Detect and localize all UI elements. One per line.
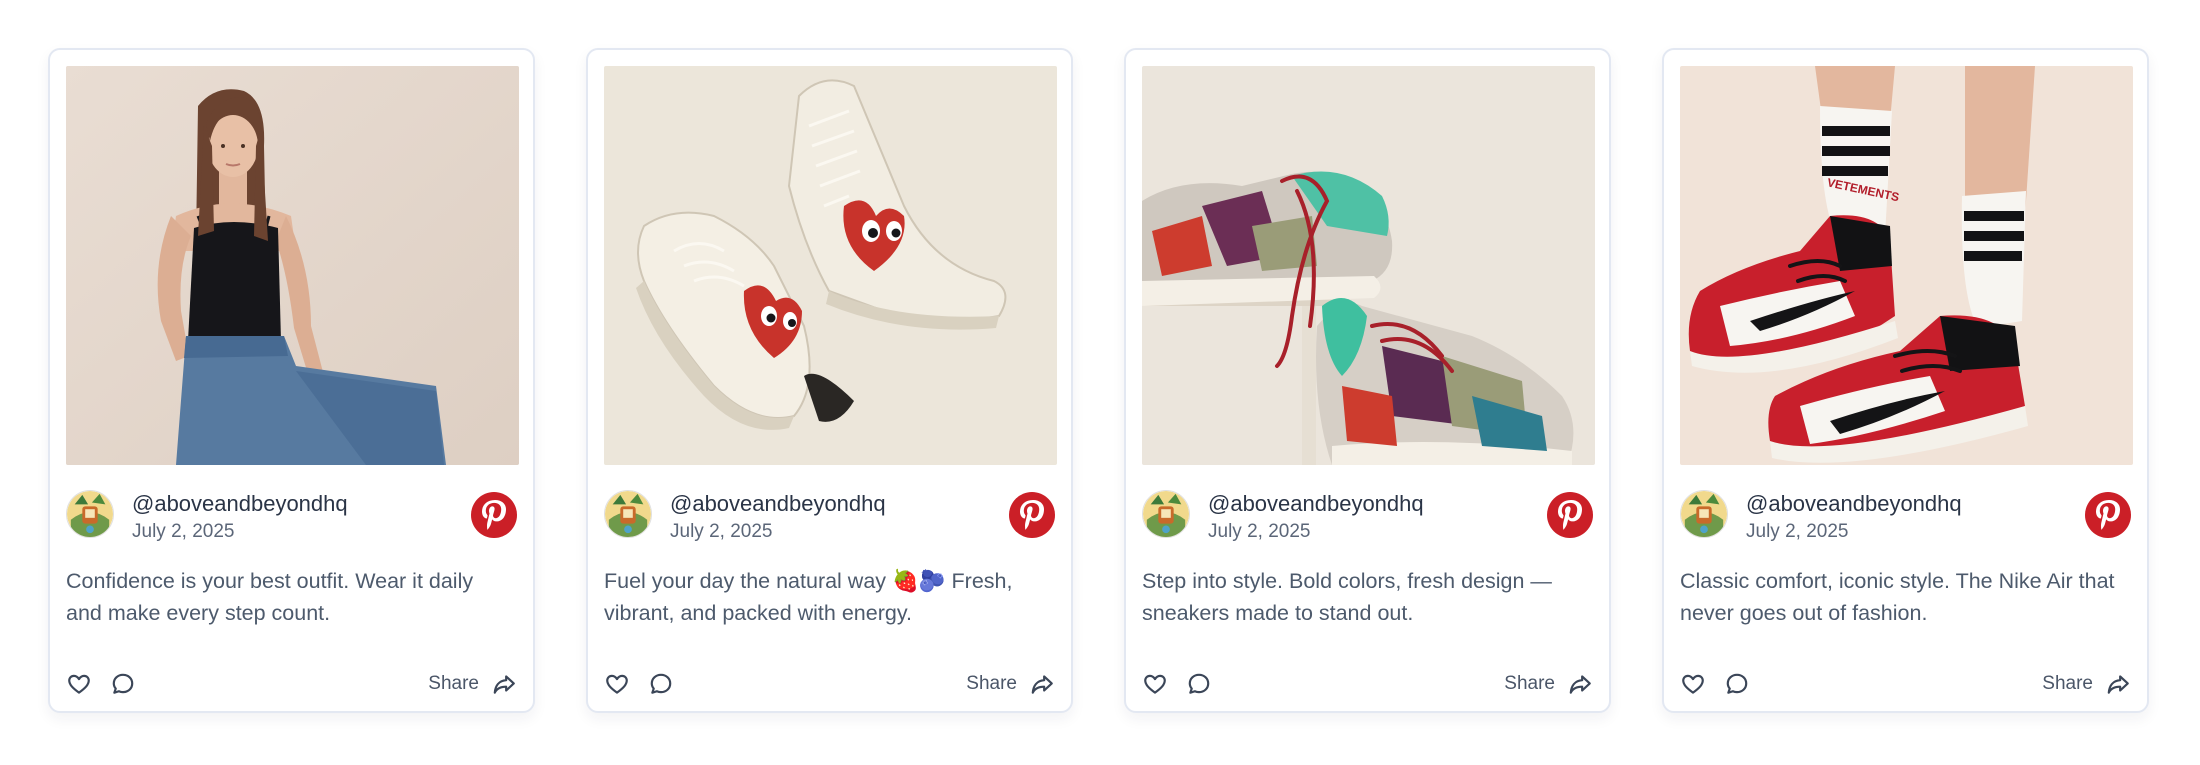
author-handle[interactable]: @aboveandbeyondhq [1746,491,1962,517]
author-handle[interactable]: @aboveandbeyondhq [670,491,886,517]
comment-icon[interactable] [1186,671,1212,697]
post-actions: Share [66,668,517,700]
post-actions: Share [1142,668,1593,700]
avatar[interactable] [66,490,114,538]
comment-icon[interactable] [648,671,674,697]
post-author: @aboveandbeyondhq July 2, 2025 [604,487,1055,543]
comment-icon[interactable] [1724,671,1750,697]
post-author: @aboveandbeyondhq July 2, 2025 [1142,487,1593,543]
share-label: Share [2042,673,2093,694]
avatar[interactable] [1680,490,1728,538]
share-label: Share [966,673,1017,694]
heart-icon[interactable] [604,671,630,697]
post-photo[interactable]: VETEMENTS [1680,66,2133,465]
author-handle[interactable]: @aboveandbeyondhq [1208,491,1424,517]
share-arrow-icon [493,675,515,694]
pinterest-icon[interactable] [1547,492,1593,538]
share-button[interactable]: Share [2042,670,2131,698]
post-actions: Share [1680,668,2131,700]
post-actions: Share [604,668,1055,700]
post-photo[interactable] [1142,66,1595,465]
share-arrow-icon [2107,675,2129,694]
post-date: July 2, 2025 [1746,521,1849,542]
post-caption: Classic comfort, iconic style. The Nike … [1680,569,2115,625]
avatar[interactable] [1142,490,1190,538]
post-date: July 2, 2025 [670,521,773,542]
heart-icon[interactable] [1680,671,1706,697]
post-caption: Fuel your day the natural way 🍓🫐 Fresh, … [604,569,1013,625]
post-photo[interactable] [604,66,1057,465]
share-button[interactable]: Share [966,670,1055,698]
post-author: @aboveandbeyondhq July 2, 2025 [66,487,517,543]
avatar[interactable] [604,490,652,538]
post-date: July 2, 2025 [132,521,235,542]
post-author: @aboveandbeyondhq July 2, 2025 [1680,487,2131,543]
pinterest-icon[interactable] [1009,492,1055,538]
post-date: July 2, 2025 [1208,521,1311,542]
author-handle[interactable]: @aboveandbeyondhq [132,491,348,517]
post-card[interactable]: @aboveandbeyondhq July 2, 2025 Fuel your… [586,48,1073,713]
share-label: Share [1504,673,1555,694]
share-label: Share [428,673,479,694]
heart-icon[interactable] [1142,671,1168,697]
pinterest-icon[interactable] [471,492,517,538]
post-caption: Step into style. Bold colors, fresh desi… [1142,569,1552,625]
post-card[interactable]: @aboveandbeyondhq July 2, 2025 Step into… [1124,48,1611,713]
share-arrow-icon [1031,675,1053,694]
comment-icon[interactable] [110,671,136,697]
share-arrow-icon [1569,675,1591,694]
post-card[interactable]: VETEMENTS @aboveandbeyondhq July 2, 2025… [1662,48,2149,713]
post-caption: Confidence is your best outfit. Wear it … [66,569,474,625]
heart-icon[interactable] [66,671,92,697]
share-button[interactable]: Share [428,670,517,698]
share-button[interactable]: Share [1504,670,1593,698]
post-card[interactable]: @aboveandbeyondhq July 2, 2025 Confidenc… [48,48,535,713]
pinterest-icon[interactable] [2085,492,2131,538]
post-photo[interactable] [66,66,519,465]
social-feed: @aboveandbeyondhq July 2, 2025 Confidenc… [0,0,2200,765]
